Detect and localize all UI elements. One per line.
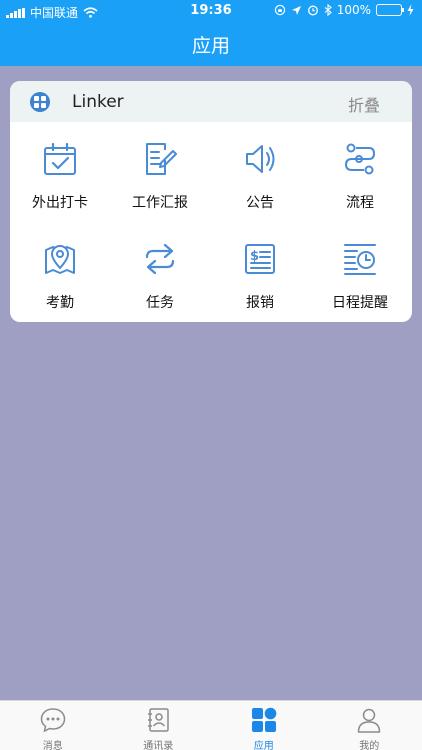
app-item-reimbursement[interactable]: $ 报销: [210, 222, 310, 322]
charging-bolt-icon: [407, 4, 414, 16]
battery-icon: [376, 4, 404, 16]
tab-label: 消息: [42, 741, 63, 750]
lock-rotation-icon: [274, 4, 285, 16]
tab-label: 通讯录: [143, 741, 174, 750]
app-item-label: 任务: [146, 295, 174, 311]
map-pin-icon: [45, 245, 75, 274]
user-icon: [358, 708, 381, 733]
app-item-task[interactable]: 任务: [110, 222, 210, 322]
card-title: Linker: [72, 92, 124, 112]
schedule-clock-icon: [344, 244, 376, 275]
receipt-dollar-icon: $: [245, 244, 275, 274]
card-header: Linker 折叠: [10, 81, 412, 122]
workflow-icon: [344, 143, 376, 175]
bluetooth-icon: [324, 4, 332, 16]
status-bar: 中国联通 19:36 100%: [0, 0, 422, 22]
app-item-label: 考勤: [46, 295, 74, 311]
location-arrow-icon: [291, 5, 301, 15]
tab-label: 我的: [359, 741, 380, 750]
app-item-label: 工作汇报: [132, 195, 188, 211]
apps-grid-icon: [251, 707, 277, 732]
tab-contacts[interactable]: 通讯录: [106, 701, 212, 750]
app-item-attendance[interactable]: 考勤: [10, 222, 110, 322]
tab-messages[interactable]: 消息: [0, 701, 106, 750]
app-item-label: 外出打卡: [32, 195, 88, 211]
app-item-checkin[interactable]: 外出打卡: [10, 122, 110, 222]
app-item-label: 流程: [346, 195, 374, 211]
tab-apps[interactable]: 应用: [211, 701, 317, 750]
page-title: 应用: [191, 35, 230, 57]
speaker-icon: [246, 145, 275, 173]
chat-bubble-icon: [40, 708, 66, 733]
bottom-tab-bar: 消息 通讯录 应用 我的: [0, 700, 422, 750]
calendar-check-icon: [44, 142, 76, 175]
app-item-schedule-reminder[interactable]: 日程提醒: [310, 222, 410, 322]
app-item-workflow[interactable]: 流程: [310, 122, 410, 222]
battery-percent: 100%: [336, 3, 371, 17]
app-item-label: 报销: [246, 295, 274, 311]
app-item-announcement[interactable]: 公告: [210, 122, 310, 222]
alarm-icon: [307, 5, 318, 16]
top-bar: 中国联通 19:36 100% 应用: [0, 0, 422, 66]
app-item-work-report[interactable]: 工作汇报: [110, 122, 210, 222]
tab-me[interactable]: 我的: [317, 701, 422, 750]
app-item-label: 日程提醒: [332, 295, 388, 311]
swap-arrows-icon: [145, 243, 175, 275]
report-edit-icon: [146, 143, 177, 175]
app-item-label: 公告: [246, 195, 274, 211]
tab-label: 应用: [253, 741, 274, 750]
linker-logo-icon: [30, 92, 50, 112]
app-group-card: Linker 折叠 外出打卡 工作汇报 公告 流程 考勤 任务 $ 报销 日程提…: [10, 81, 412, 322]
fold-button[interactable]: 折叠: [348, 92, 380, 116]
svg-text:$: $: [250, 249, 259, 264]
contacts-icon: [148, 708, 169, 732]
